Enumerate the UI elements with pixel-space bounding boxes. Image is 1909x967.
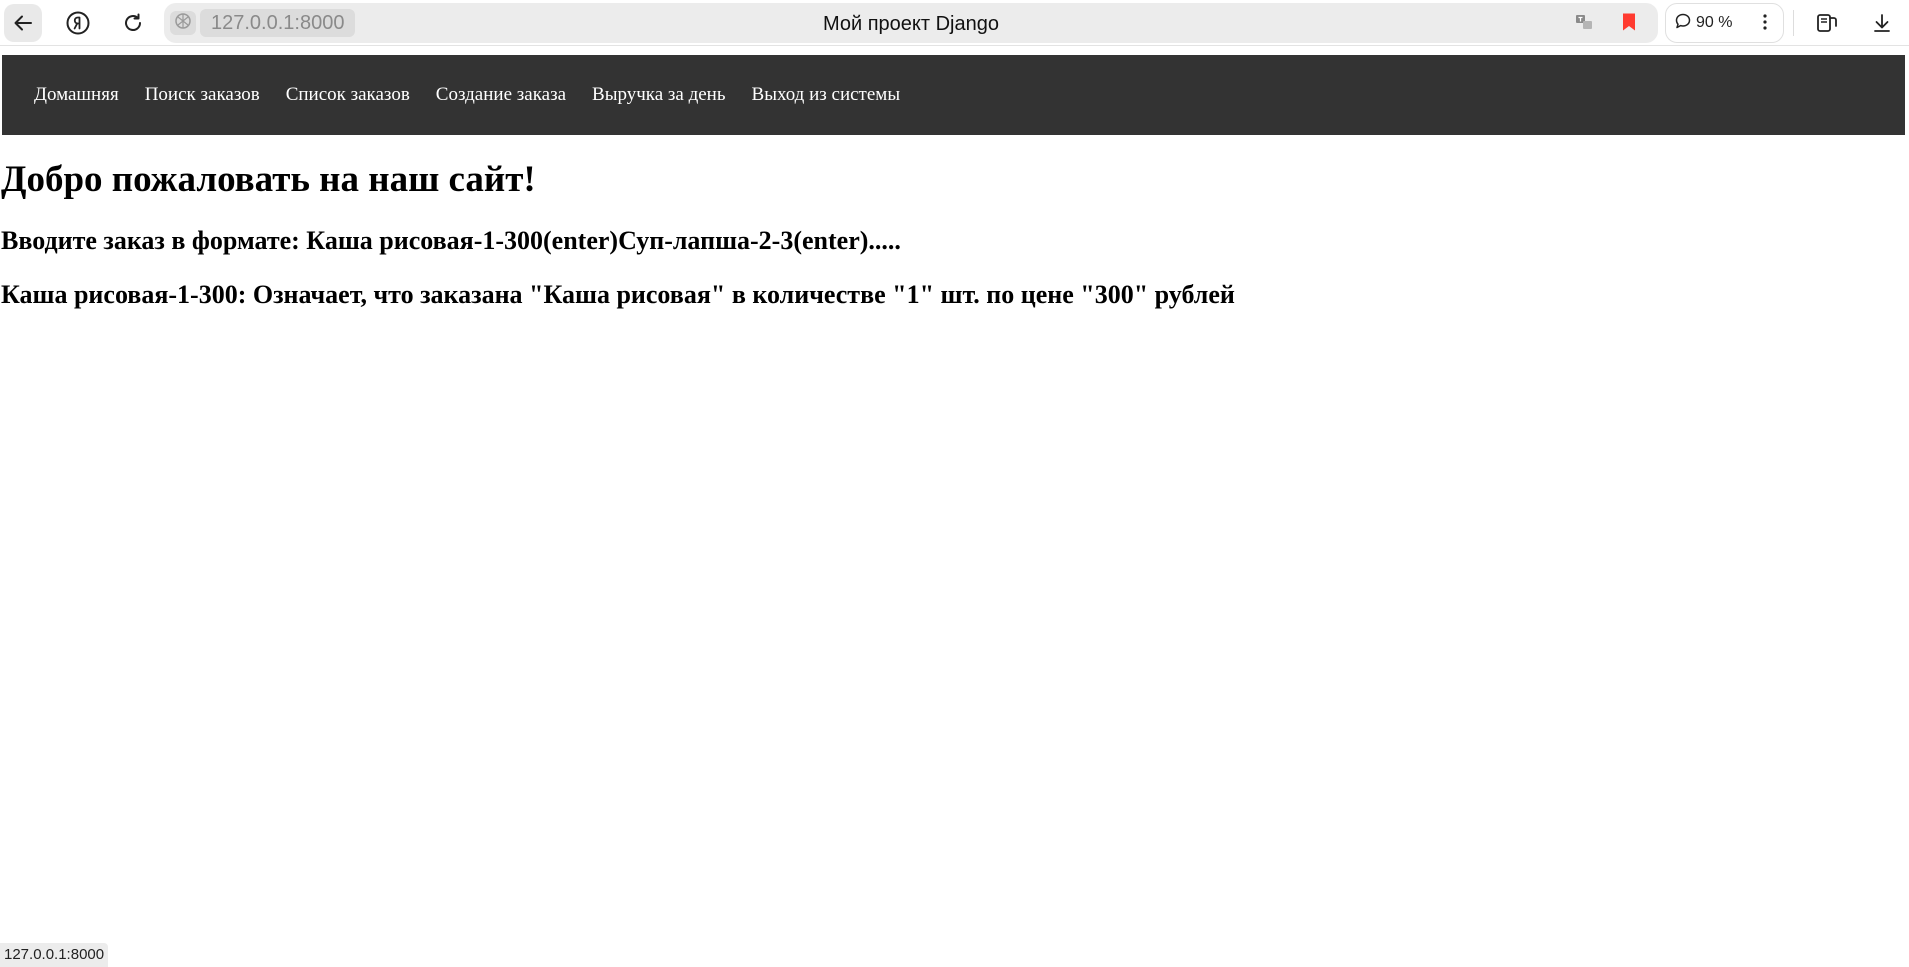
download-icon [1871,12,1893,34]
toolbar-divider [1793,10,1794,36]
site-info-button[interactable] [170,11,196,35]
menu-button[interactable] [1755,13,1775,35]
site-navbar: Домашняя Поиск заказов Список заказов Со… [2,55,1905,135]
yandex-logo-icon [65,10,91,36]
reload-icon [121,11,145,35]
nav-link-order-list[interactable]: Список заказов [273,83,423,107]
nav-link-order-search[interactable]: Поиск заказов [132,83,273,107]
bookmark-button[interactable] [1617,12,1641,36]
nav-link-home[interactable]: Домашняя [21,83,132,107]
url-text[interactable]: 127.0.0.1:8000 [200,9,356,37]
reload-button[interactable] [114,4,152,42]
order-format-example: Каша рисовая-1-300: Означает, что заказа… [1,280,1235,309]
translate-button[interactable] [1572,12,1596,36]
nav-link-create-order[interactable]: Создание заказа [423,83,579,107]
sidebar-icon [1815,11,1839,35]
address-bar[interactable]: 127.0.0.1:8000 Мой проект Django [164,3,1658,43]
chat-bubble-icon [1674,12,1692,35]
nav-link-logout[interactable]: Выход из системы [739,83,914,107]
yandex-button[interactable] [59,4,97,42]
tab-title: Мой проект Django [822,13,999,35]
bookmark-icon [1621,12,1637,37]
downloads-button[interactable] [1863,4,1901,42]
kebab-menu-icon [1763,13,1767,35]
nav-link-daily-revenue[interactable]: Выручка за день [579,83,739,107]
zoom-level: 90 % [1696,14,1733,31]
page-title: Добро пожаловать на наш сайт! [1,159,536,200]
status-bar-url: 127.0.0.1:8000 [0,943,109,967]
globe-icon [174,12,192,35]
back-button[interactable] [4,4,42,42]
sidebar-button[interactable] [1808,4,1846,42]
zoom-indicator[interactable]: 90 % [1665,3,1784,43]
order-format-hint: Вводите заказ в формате: Каша рисовая-1-… [1,226,901,255]
browser-toolbar: 127.0.0.1:8000 Мой проект Django 90 % [0,0,1909,46]
translate-icon [1574,12,1594,37]
back-arrow-icon [12,12,34,34]
